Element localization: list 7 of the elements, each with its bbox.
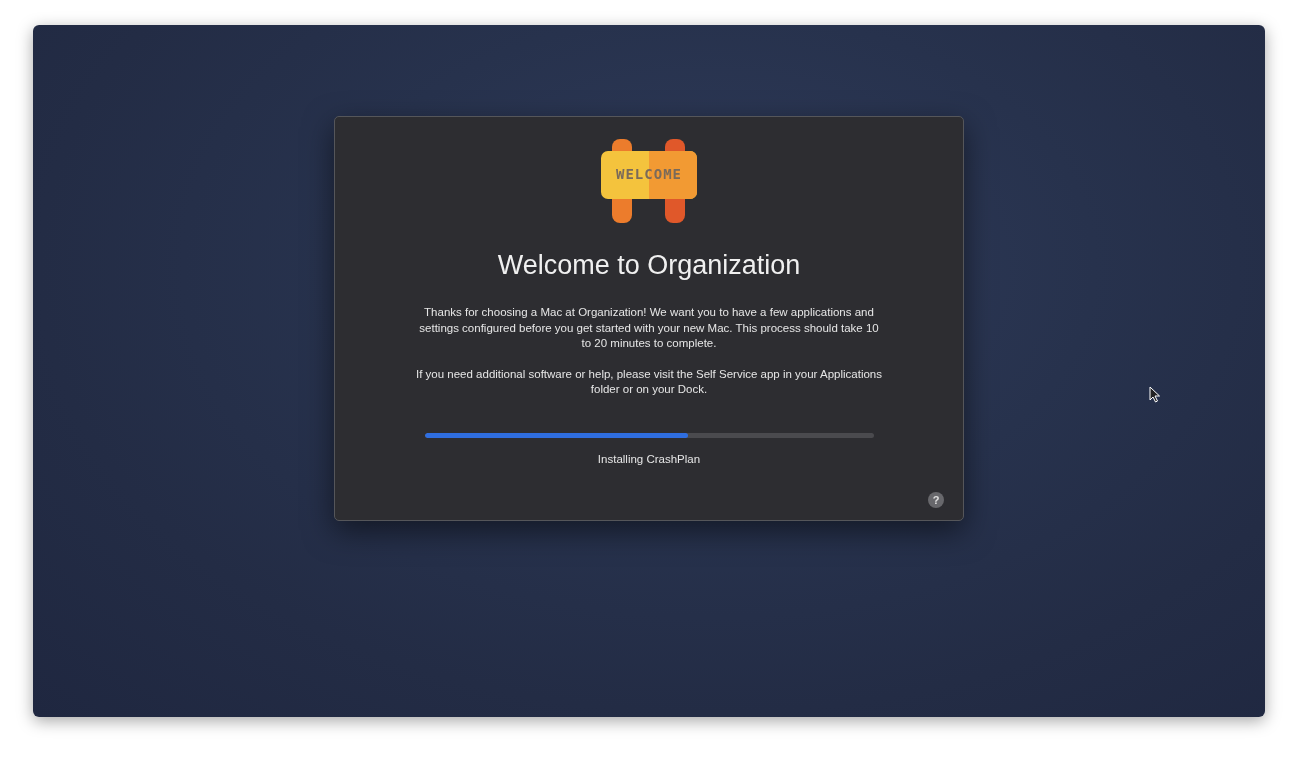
mouse-pointer-icon — [1149, 386, 1161, 403]
dialog-title: Welcome to Organization — [497, 250, 801, 281]
sign-text: WELCOME — [615, 166, 683, 182]
progress-status: Installing CrashPlan — [597, 452, 701, 465]
help-button[interactable]: ? — [928, 492, 944, 508]
info-paragraph: Thanks for choosing a Mac at Organization! We want you to have a few applications and settings configured before you get started with your new Mac. This process should take 10 to 20 minutes to complete. — [418, 305, 880, 351]
info-paragraph: If you need additional software or help, please visit the Self Service app in your Applications folder or on your Dock. — [415, 366, 883, 397]
